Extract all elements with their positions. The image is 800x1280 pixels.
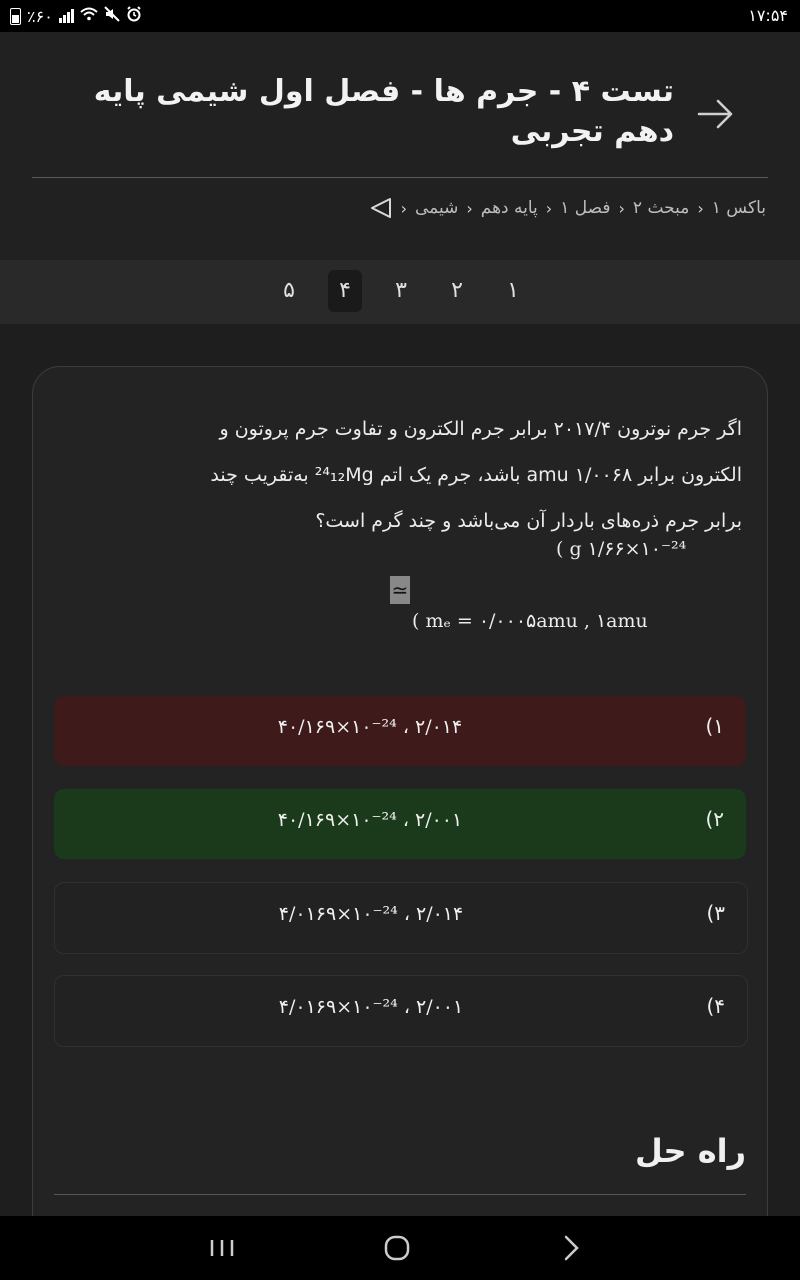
option-4[interactable]: (۴ ۴/۰۱۶۹×۱۰⁻²⁴ ، ۲/۰۰۱: [54, 975, 748, 1047]
option-number: (۳: [706, 901, 725, 925]
page-1[interactable]: ۱: [496, 270, 530, 312]
page-4[interactable]: ۴: [328, 270, 362, 312]
play-icon[interactable]: [369, 196, 393, 220]
header-divider: [32, 177, 768, 178]
chevron-icon: ‹: [618, 198, 625, 218]
page-list: ۱ ۲ ۳ ۴ ۵: [272, 270, 530, 312]
battery-level: ٪۶۰: [27, 6, 53, 26]
clock: ۱۷:۵۴: [748, 6, 788, 25]
solution-divider: [54, 1194, 746, 1195]
page-5[interactable]: ۵: [272, 270, 306, 312]
option-2[interactable]: (۲ ۴۰/۱۶۹×۱۰⁻²⁴ ، ۲/۰۰۱: [54, 789, 746, 859]
option-1[interactable]: (۱ ۴۰/۱۶۹×۱۰⁻²⁴ ، ۲/۰۱۴: [54, 696, 746, 766]
breadcrumb-item[interactable]: شیمی: [415, 198, 458, 218]
page-title: تست ۴ - جرم ها - فصل اول شیمی پایه دهم ت…: [93, 74, 674, 149]
status-icons: ٪۶۰: [10, 6, 142, 26]
page-3[interactable]: ۳: [384, 270, 418, 312]
approx-symbol-box: ≃: [390, 576, 410, 604]
page-2[interactable]: ۲: [440, 270, 474, 312]
option-text: ۴/۰۱۶۹×۱۰⁻²⁴ ، ۲/۰۱۴: [278, 903, 464, 925]
breadcrumb: ‹ شیمی ‹ پایه دهم ‹ فصل ۱ ‹ مبحث ۲ ‹ باک…: [369, 196, 766, 220]
question-pager: ۱ ۲ ۳ ۴ ۵: [0, 260, 800, 324]
page-header: تست ۴ - جرم ها - فصل اول شیمی پایه دهم ت…: [0, 32, 800, 260]
alarm-icon: [126, 6, 142, 26]
question-text: اگر جرم نوترون ۲۰۱۷/۴ برابر جرم الکترون …: [142, 406, 742, 544]
option-3[interactable]: (۳ ۴/۰۱۶۹×۱۰⁻²⁴ ، ۲/۰۱۴: [54, 882, 748, 954]
chevron-icon: ‹: [466, 198, 473, 218]
option-number: (۱: [705, 714, 724, 738]
question-line: الکترون برابر ۱/۰۰۶۸ amu باشد، جرم یک ات…: [210, 464, 742, 486]
wifi-icon: [80, 7, 98, 25]
chevron-icon: ‹: [697, 198, 704, 218]
recent-apps-icon[interactable]: [202, 1230, 242, 1266]
solution-heading: راه حل: [634, 1132, 746, 1170]
option-number: (۲: [705, 807, 724, 831]
mute-icon: [104, 6, 120, 26]
chevron-icon: ‹: [400, 198, 407, 218]
option-number: (۴: [706, 994, 725, 1018]
system-nav-bar: [0, 1216, 800, 1280]
home-icon[interactable]: [377, 1230, 417, 1266]
chevron-icon: ‹: [545, 198, 553, 218]
content-area: اگر جرم نوترون ۲۰۱۷/۴ برابر جرم الکترون …: [0, 324, 800, 1216]
question-line: اگر جرم نوترون ۲۰۱۷/۴ برابر جرم الکترون …: [219, 418, 743, 440]
back-arrow-icon[interactable]: [696, 94, 736, 134]
breadcrumb-item[interactable]: پایه دهم: [481, 198, 538, 218]
option-text: ۴۰/۱۶۹×۱۰⁻²⁴ ، ۲/۰۱۴: [277, 716, 463, 738]
status-bar: ٪۶۰ ۱۷:۵۴: [0, 0, 800, 32]
breadcrumb-item[interactable]: باکس ۱: [712, 198, 766, 218]
signal-icon: [58, 9, 74, 23]
option-text: ۴/۰۱۶۹×۱۰⁻²⁴ ، ۲/۰۰۱: [278, 996, 464, 1018]
battery-icon: [10, 7, 21, 25]
approx-mass: ( g ۱/۶۶×۱۰⁻²⁴: [556, 538, 687, 560]
option-text: ۴۰/۱۶۹×۱۰⁻²⁴ ، ۲/۰۰۱: [277, 809, 463, 831]
breadcrumb-item[interactable]: فصل ۱: [560, 198, 610, 218]
back-icon[interactable]: [552, 1230, 592, 1266]
breadcrumb-item[interactable]: مبحث ۲: [633, 198, 689, 218]
given-formula: ( mₑ = ۰/۰۰۰۵amu , ۱amu: [412, 610, 648, 632]
